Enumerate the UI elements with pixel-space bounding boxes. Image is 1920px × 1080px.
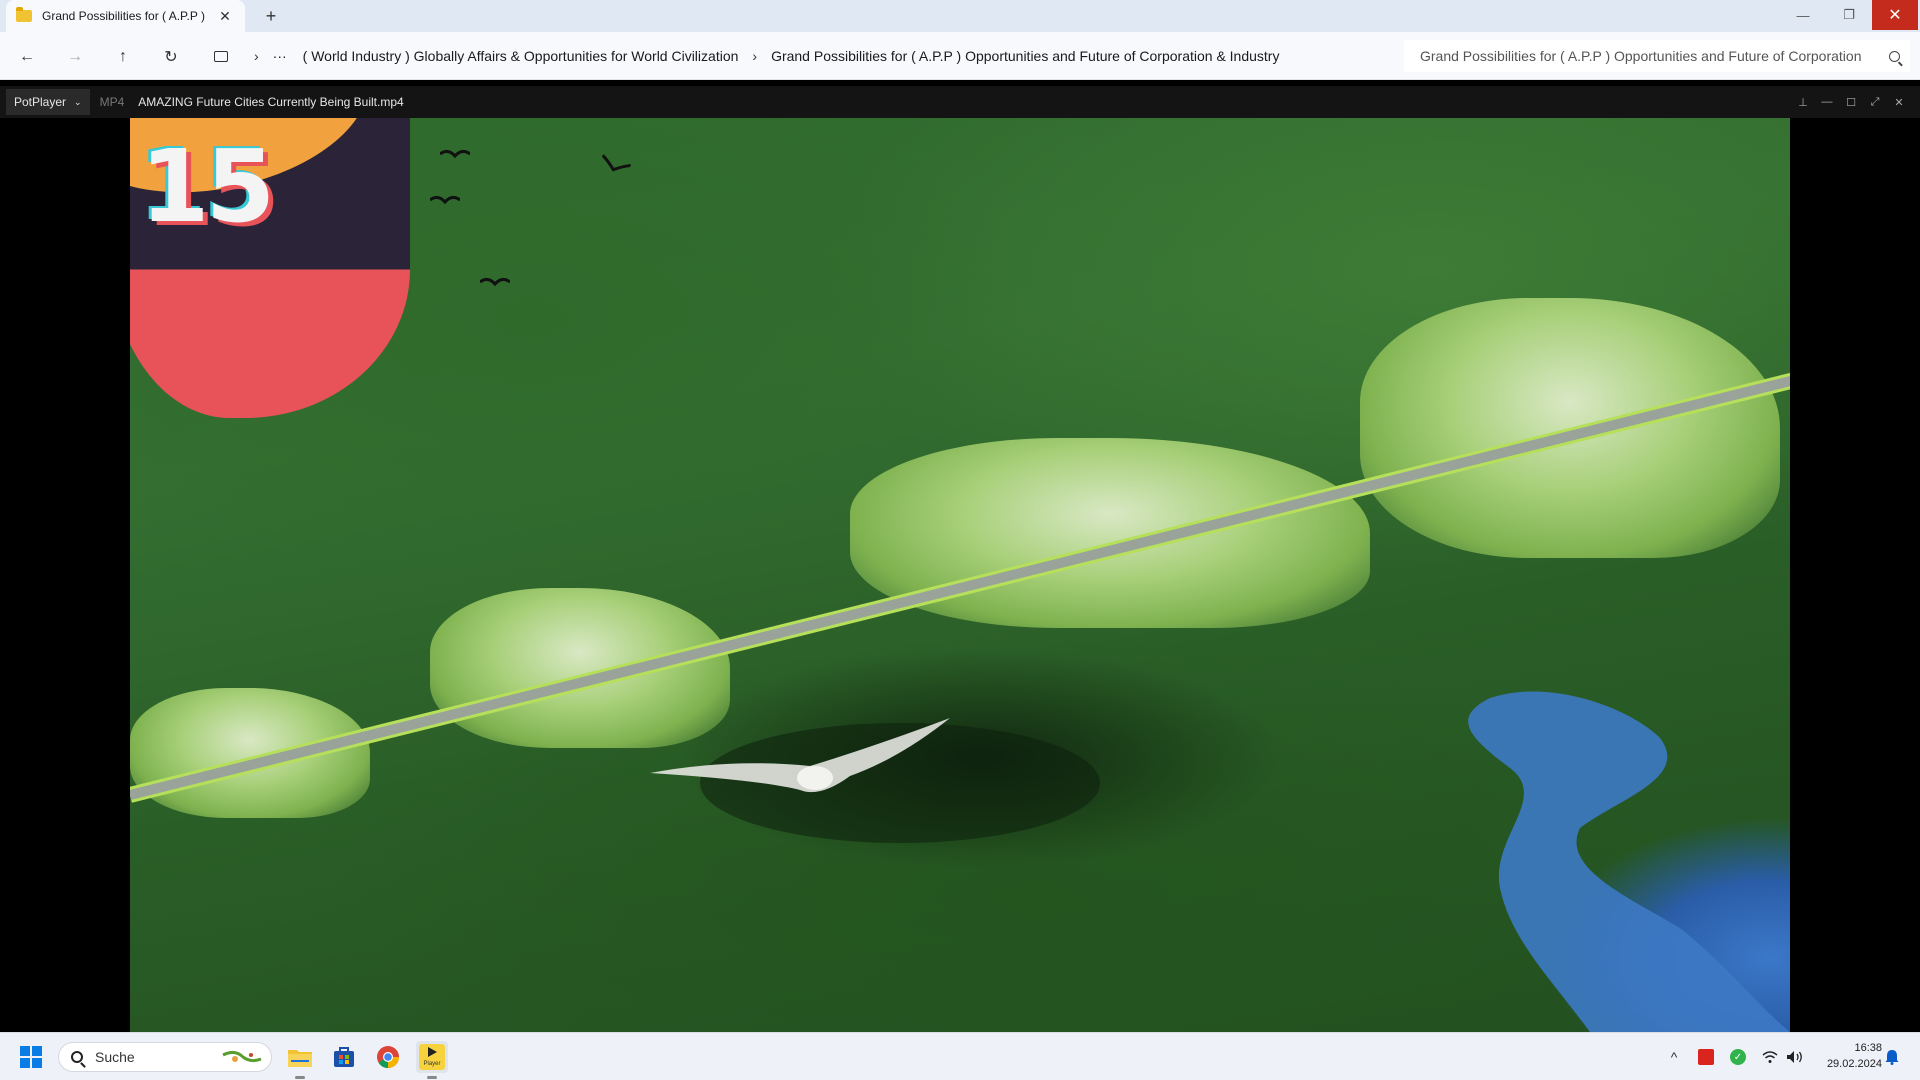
breadcrumb-item[interactable]: ( World Industry ) Globally Affairs & Op… bbox=[303, 48, 739, 64]
clock-time: 16:38 bbox=[1854, 1042, 1882, 1054]
potplayer-app-label: Player bbox=[423, 1061, 441, 1067]
tab-close-button[interactable]: ✕ bbox=[215, 6, 235, 26]
system-clock[interactable]: 16:38 29.02.2024 bbox=[1810, 1040, 1882, 1072]
close-window-button[interactable]: ✕ bbox=[1872, 0, 1918, 30]
chevron-right-icon[interactable]: › bbox=[752, 48, 757, 64]
folder-icon bbox=[16, 7, 32, 22]
security-tray-icon[interactable]: ✓ bbox=[1728, 1045, 1748, 1069]
player-close-button[interactable]: ✕ bbox=[1888, 94, 1910, 110]
search-icon bbox=[71, 1051, 83, 1063]
minimize-button[interactable]: — bbox=[1780, 0, 1826, 30]
wifi-icon[interactable] bbox=[1760, 1045, 1780, 1069]
back-button[interactable]: ← bbox=[14, 44, 40, 70]
breadcrumb-overflow-button[interactable]: ··· bbox=[273, 48, 287, 64]
potplayer-app-icon[interactable]: Player bbox=[416, 1041, 448, 1079]
player-maximize-button[interactable]: ☐ bbox=[1840, 94, 1862, 110]
chevron-down-icon: ⌄ bbox=[74, 96, 82, 107]
up-button[interactable]: ↑ bbox=[110, 44, 136, 70]
video-frame[interactable]: 15 bbox=[130, 118, 1790, 1032]
explorer-tabstrip: Grand Possibilities for ( A.P.P ) ✕ + — … bbox=[0, 0, 1920, 32]
bird-icon bbox=[480, 277, 510, 287]
search-icon[interactable] bbox=[1889, 50, 1900, 62]
acrobat-tray-icon[interactable] bbox=[1696, 1045, 1716, 1069]
bird-icon bbox=[430, 195, 460, 205]
format-badge: MP4 bbox=[99, 95, 125, 109]
bird-icon bbox=[440, 149, 470, 159]
explorer-search-input[interactable]: Grand Possibilities for ( A.P.P ) Opport… bbox=[1404, 40, 1910, 72]
taskbar-search-input[interactable]: Suche bbox=[58, 1042, 272, 1072]
episode-number-overlay: 15 bbox=[130, 118, 410, 418]
volume-icon[interactable] bbox=[1784, 1045, 1806, 1069]
play-icon bbox=[428, 1047, 437, 1057]
potplayer-titlebar: PotPlayer ⌄ MP4 AMAZING Future Cities Cu… bbox=[0, 86, 1920, 118]
white-bird bbox=[650, 718, 950, 793]
chrome-app-icon[interactable] bbox=[372, 1041, 404, 1073]
taskbar: Suche Player ^ ✓ 16:38 29.02.2024 bbox=[0, 1032, 1920, 1080]
forest-city-cluster bbox=[130, 688, 370, 818]
episode-number: 15 bbox=[140, 128, 275, 245]
explorer-tab[interactable]: Grand Possibilities for ( A.P.P ) ✕ bbox=[6, 0, 245, 32]
tab-title: Grand Possibilities for ( A.P.P ) bbox=[42, 9, 205, 23]
restore-button[interactable]: ❐ bbox=[1826, 0, 1872, 30]
potplayer-menu-button[interactable]: PotPlayer ⌄ bbox=[6, 89, 90, 115]
chevron-right-icon[interactable]: › bbox=[254, 48, 259, 64]
new-tab-button[interactable]: + bbox=[258, 4, 284, 28]
address-bar[interactable]: › ··· ( World Industry ) Globally Affair… bbox=[200, 40, 1400, 72]
lake bbox=[1468, 691, 1790, 1032]
search-value: Grand Possibilities for ( A.P.P ) Opport… bbox=[1420, 48, 1862, 64]
file-name: AMAZING Future Cities Currently Being Bu… bbox=[138, 95, 404, 109]
forest-city-cluster bbox=[1360, 298, 1780, 558]
player-fullscreen-button[interactable]: ⤢ bbox=[1864, 94, 1886, 110]
this-pc-icon[interactable] bbox=[214, 50, 228, 62]
windows-start-button[interactable] bbox=[20, 1046, 42, 1068]
forward-button[interactable]: → bbox=[62, 44, 88, 70]
search-highlight-icon bbox=[222, 1050, 262, 1063]
file-explorer-app-icon[interactable] bbox=[284, 1041, 316, 1079]
potplayer-menu-label: PotPlayer bbox=[14, 95, 67, 109]
explorer-navbar: ← → ↑ ↻ › ··· ( World Industry ) Globall… bbox=[0, 32, 1920, 80]
microsoft-store-app-icon[interactable] bbox=[328, 1041, 360, 1073]
notification-bell-icon[interactable] bbox=[1882, 1045, 1902, 1069]
breadcrumb-item-current[interactable]: Grand Possibilities for ( A.P.P ) Opport… bbox=[771, 48, 1279, 64]
video-area[interactable]: 15 bbox=[0, 118, 1920, 1032]
clock-date: 29.02.2024 bbox=[1826, 1058, 1882, 1070]
pin-icon[interactable]: ⊥ bbox=[1792, 94, 1814, 110]
player-minimize-button[interactable]: — bbox=[1816, 94, 1838, 110]
taskbar-search-label: Suche bbox=[95, 1049, 135, 1065]
tray-chevron-up-icon[interactable]: ^ bbox=[1664, 1045, 1684, 1069]
bird-icon bbox=[601, 154, 631, 172]
refresh-button[interactable]: ↻ bbox=[158, 44, 184, 70]
